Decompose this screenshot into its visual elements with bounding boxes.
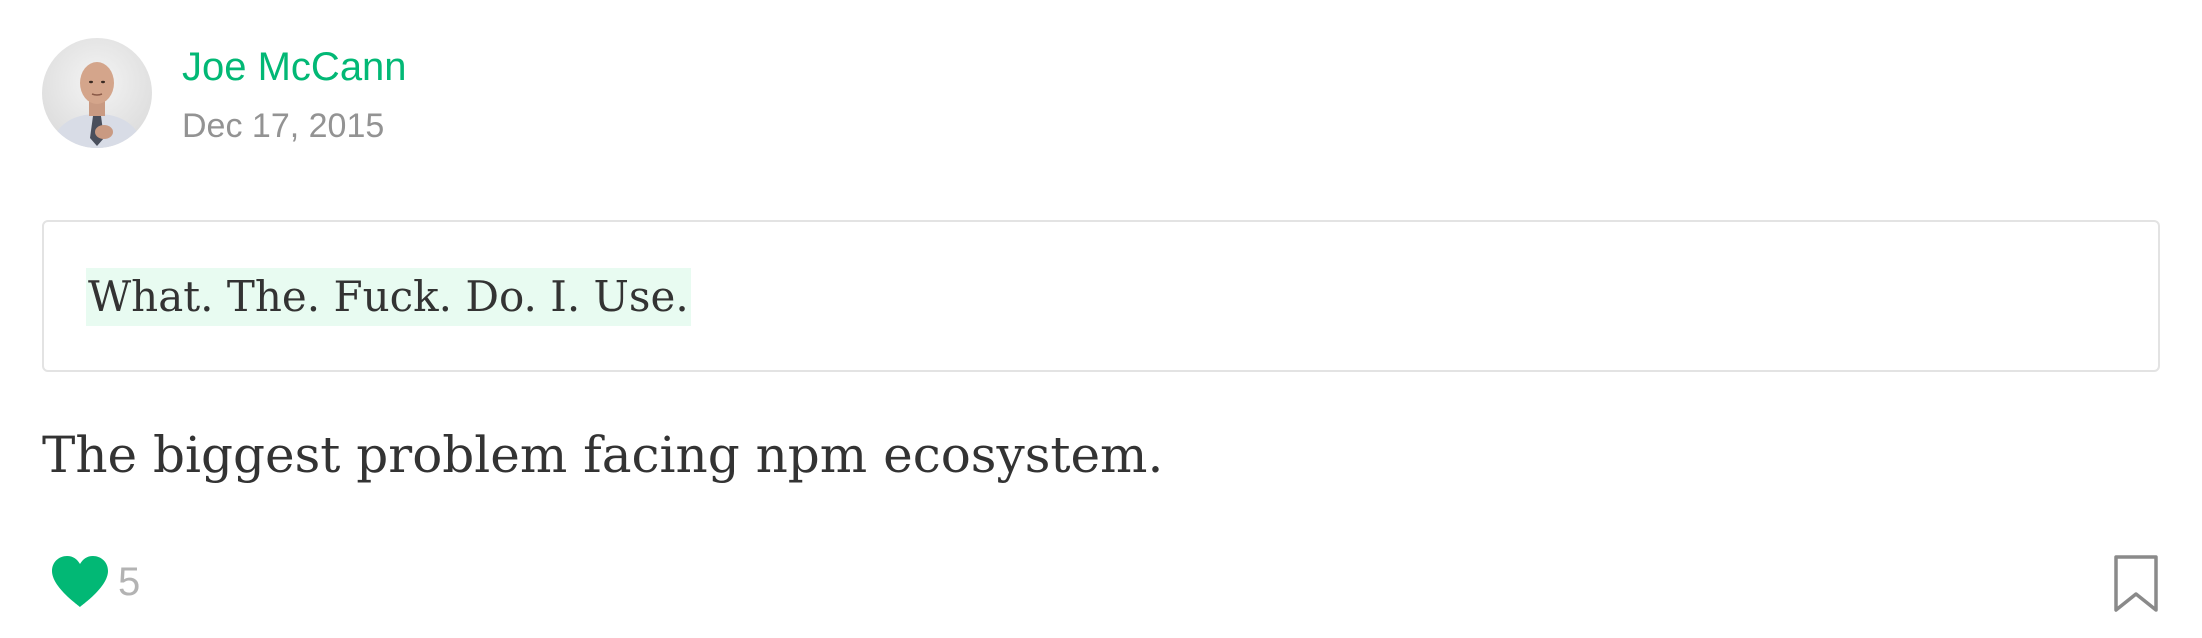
bookmark-icon — [2114, 555, 2158, 612]
quote-highlight[interactable]: What. The. Fuck. Do. I. Use. — [86, 268, 691, 326]
post-actions: 5 — [48, 550, 140, 614]
author-meta: Joe McCann Dec 17, 2015 — [182, 38, 407, 148]
person-avatar-icon — [42, 38, 152, 148]
post-date: Dec 17, 2015 — [182, 107, 385, 145]
recommend-button[interactable] — [48, 550, 112, 614]
post-subtitle: The biggest problem facing npm ecosystem… — [42, 426, 1164, 484]
like-count[interactable]: 5 — [118, 562, 140, 602]
post-card: Joe McCann Dec 17, 2015 What. The. Fuck.… — [0, 0, 2202, 638]
author-header: Joe McCann Dec 17, 2015 — [42, 38, 407, 148]
bookmark-button[interactable] — [2112, 554, 2160, 614]
quote-card[interactable]: What. The. Fuck. Do. I. Use. — [42, 220, 2160, 372]
heart-icon — [52, 556, 108, 607]
author-avatar[interactable] — [42, 38, 152, 148]
author-name-link[interactable]: Joe McCann — [182, 47, 407, 87]
